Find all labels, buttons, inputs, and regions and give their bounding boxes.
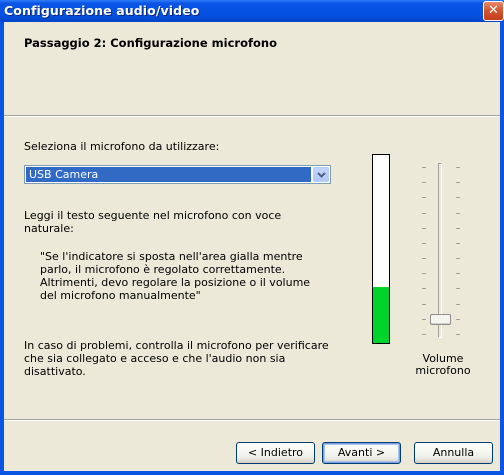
back-button[interactable]: < Indietro	[236, 442, 315, 464]
quote-line: Altrimenti, devo regolare la posizione o…	[40, 276, 311, 289]
title-bar[interactable]: Configurazione audio/video ✕	[0, 0, 504, 22]
volume-slider-thumb[interactable]	[430, 314, 451, 325]
slider-tick	[422, 304, 426, 305]
slider-tick	[422, 334, 426, 335]
volume-slider-track[interactable]	[438, 163, 442, 338]
window-title: Configurazione audio/video	[4, 3, 200, 18]
step-title: Passaggio 2: Configurazione microfono	[24, 36, 277, 50]
microphone-select[interactable]: USB Camera	[24, 165, 331, 184]
slider-tick	[422, 197, 426, 198]
slider-tick	[422, 228, 426, 229]
troubleshooting-line: disattivato.	[24, 365, 86, 378]
cancel-button[interactable]: Annulla	[414, 442, 493, 464]
next-button[interactable]: Avanti >	[322, 442, 401, 464]
slider-tick	[422, 273, 426, 274]
slider-tick	[456, 304, 460, 305]
slider-tick	[456, 273, 460, 274]
microphone-level-fill	[373, 286, 389, 343]
wizard-header: Passaggio 2: Configurazione microfono	[4, 22, 500, 116]
slider-tick	[456, 319, 460, 320]
quote-line: parlo, il microfono è regolato correttam…	[40, 263, 286, 276]
quote-text: "Se l'indicatore si sposta nell'area gia…	[40, 250, 310, 302]
slider-tick	[456, 258, 460, 259]
quote-line: "Se l'indicatore si sposta nell'area gia…	[40, 250, 303, 263]
close-button[interactable]: ✕	[483, 1, 504, 21]
chevron-down-icon	[317, 172, 326, 178]
microphone-select-value: USB Camera	[26, 167, 311, 182]
slider-tick	[456, 167, 460, 168]
slider-tick	[422, 243, 426, 244]
slider-tick	[456, 243, 460, 244]
troubleshooting-line: In caso di problemi, controlla il microf…	[24, 339, 329, 352]
slider-tick	[456, 213, 460, 214]
microphone-level-meter	[372, 154, 390, 344]
select-microphone-label: Seleziona il microfono da utilizzare:	[24, 140, 220, 153]
slider-tick	[456, 197, 460, 198]
troubleshooting-text: In caso di problemi, controlla il microf…	[24, 339, 329, 378]
slider-tick	[456, 182, 460, 183]
slider-tick	[422, 319, 426, 320]
close-icon: ✕	[488, 3, 499, 18]
slider-tick	[422, 258, 426, 259]
quote-line: del microfono manualmente"	[40, 289, 201, 302]
slider-tick	[422, 182, 426, 183]
slider-tick	[456, 334, 460, 335]
volume-label-line: microfono	[415, 364, 471, 377]
slider-tick	[456, 228, 460, 229]
read-instruction: Leggi il testo seguente nel microfono co…	[24, 209, 281, 235]
slider-tick	[456, 288, 460, 289]
volume-label: Volume microfono	[408, 353, 478, 377]
troubleshooting-line: che sia collegato e acceso e che l'audio…	[24, 352, 286, 365]
slider-tick	[422, 167, 426, 168]
dialog-window: Configurazione audio/video ✕ Passaggio 2…	[0, 0, 504, 475]
slider-tick	[422, 288, 426, 289]
footer-divider	[4, 419, 500, 421]
read-instruction-line: Leggi il testo seguente nel microfono co…	[24, 209, 282, 222]
read-instruction-line: naturale:	[24, 222, 74, 235]
dropdown-arrow-button[interactable]	[313, 167, 329, 182]
dialog-client-area: Passaggio 2: Configurazione microfono Se…	[4, 22, 500, 471]
slider-tick	[422, 213, 426, 214]
